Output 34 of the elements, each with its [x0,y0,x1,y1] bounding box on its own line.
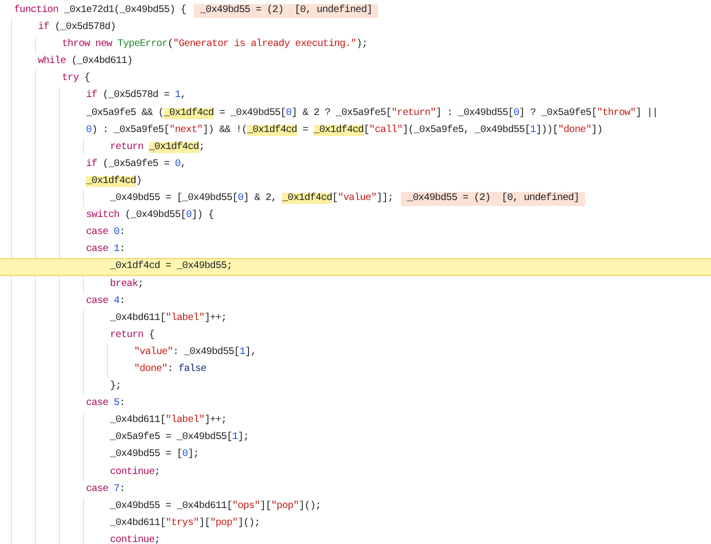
code-line: case 4: [86,294,125,309]
code-line: _0x4bd611["label"]++; [110,414,227,428]
code-line: _0x5a9fe5 = _0x49bd55[1]; [110,430,249,446]
inline-value: _0x49bd55 = (2) [0, undefined] [401,192,586,206]
code-line: return _0x1df4cd; [110,140,204,155]
code-line: while (_0x4bd611) [38,54,132,70]
code-line: case 5: [86,397,125,412]
code-line: "done": false [134,362,206,377]
code-line: _0x1df4cd = _0x49bd55; [110,260,232,274]
code-line: return { [110,328,154,343]
code-line: _0x5a9fe5 && (_0x1df4cd = _0x49bd55[0] & 2 ? _0x5a9fe5["return"] : _0x49bd55[0] ? _0x5a9fe5["throw"] || [86,106,658,121]
code-line: _0x1df4cd) [86,174,142,189]
code-line: break; [110,278,144,292]
code-line: continue; [110,466,160,480]
code-line: _0x4bd611["trys"]["pop"](); [110,516,260,531]
code-line: if (_0x5d578d) [38,20,116,36]
code-line: case 1: [86,243,125,258]
code-line: throw new TypeError("Generator is already executing."); [62,38,368,52]
code-line: _0x4bd611["label"]++; [110,312,227,326]
code-line: continue; [110,534,160,544]
code-line: _0x49bd55 = [_0x49bd55[0] & 2, _0x1df4cd["value"]]; [110,192,394,206]
code-line: function _0x1e72d1(_0x49bd55) { [14,4,186,18]
code-line: _0x49bd55 = [0]; [110,448,199,462]
code-line: 0) : _0x5a9fe5["next"]) && !(_0x1df4cd = _0x1df4cd["call"](_0x5a9fe5, _0x49bd55[1]))["done"]) [86,124,602,138]
inline-value: _0x49bd55 = (2) [0, undefined] [194,4,378,18]
code-line: case 7: [86,482,125,497]
code-line: switch (_0x49bd55[0]) { [86,208,214,224]
code-line: "value": _0x49bd55[1], [134,346,256,360]
code-line: try { [62,72,90,86]
code-line: if (_0x5d578d = 1, [86,88,186,104]
code-line: case 0: [86,226,125,240]
code-line: }; [110,380,122,394]
code-line: _0x49bd55 = _0x4bd611["ops"]["pop"](); [110,500,321,514]
code-line: if (_0x5a9fe5 = 0, [86,158,186,172]
